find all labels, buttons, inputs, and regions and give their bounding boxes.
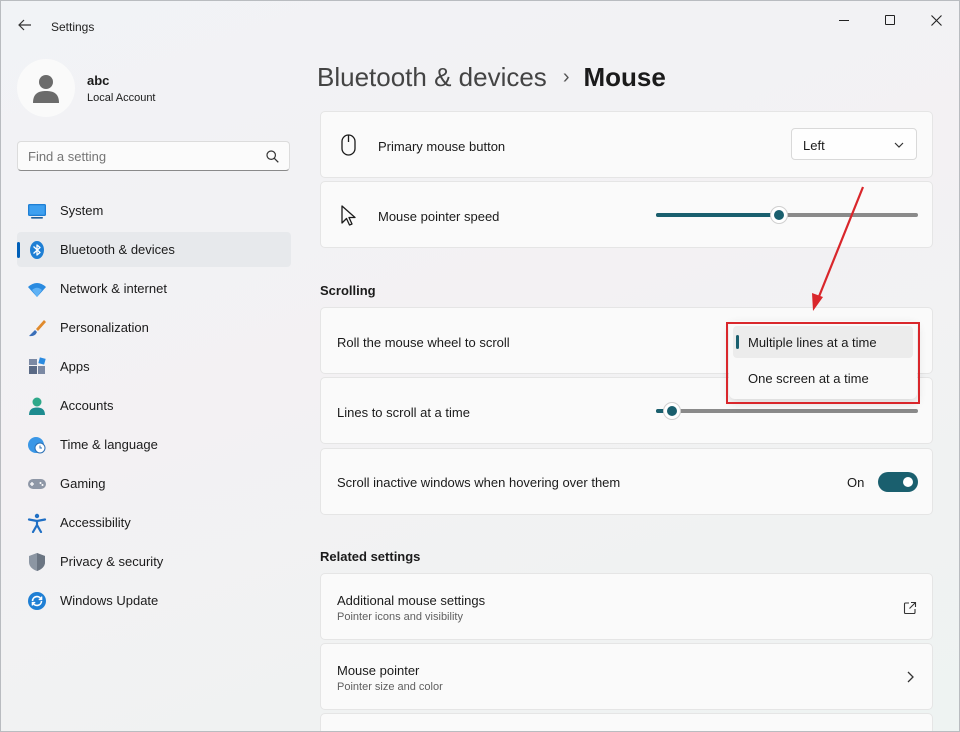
slider-thumb[interactable] [662,402,681,420]
sidebar-item-personalization[interactable]: Personalization [17,310,291,345]
sidebar-item-label: Bluetooth & devices [60,242,175,257]
lines-to-scroll-slider[interactable] [656,401,918,421]
primary-mouse-button-label: Primary mouse button [378,139,506,154]
sidebar-item-label: Accessibility [60,515,131,530]
sidebar-item-label: System [60,203,104,218]
mouse-pointer-subtitle: Pointer size and color [337,681,443,693]
primary-mouse-button-card: Primary mouse button Left [320,111,933,178]
sidebar-item-label: Network & internet [60,281,167,296]
profile-account-type: Local Account [87,91,156,104]
sidebar-item-label: Apps [60,359,90,374]
title-bar: Settings [1,1,959,49]
sidebar-item-label: Time & language [60,437,158,452]
toggle-state-label: On [847,475,865,490]
sidebar-item-label: Personalization [60,320,149,335]
search-input[interactable] [28,149,258,164]
slider-track [656,409,918,413]
sidebar-item-network-internet[interactable]: Network & internet [17,271,291,306]
sidebar-item-label: Windows Update [60,593,159,608]
user-profile[interactable]: abc Local Account [17,59,156,117]
sidebar-item-windows-update[interactable]: Windows Update [17,583,291,618]
sidebar-item-label: Accounts [60,398,114,413]
sidebar-item-time-language[interactable]: Time & language [17,427,291,462]
profile-name: abc [87,72,110,88]
scroll-inactive-toggle[interactable] [878,472,918,492]
update-icon [27,591,47,611]
accounts-icon [27,396,47,416]
scrolling-heading: Scrolling [320,283,376,298]
app-title: Settings [51,20,95,34]
pointer-icon [341,205,356,226]
sidebar-item-bluetooth-devices[interactable]: Bluetooth & devices [17,232,291,267]
primary-mouse-button-dropdown[interactable]: Left [791,128,917,160]
related-settings-heading: Related settings [320,549,421,564]
lines-to-scroll-label: Lines to scroll at a time [337,405,470,420]
slider-thumb[interactable] [770,206,789,224]
sidebar-item-label: Gaming [60,476,106,491]
breadcrumb: Bluetooth & devices › Mouse [317,59,666,95]
slider-fill [656,213,780,217]
sidebar-item-gaming[interactable]: Gaming [17,466,291,501]
sidebar-item-accessibility[interactable]: Accessibility [17,505,291,540]
toggle-knob [903,477,913,487]
search-box[interactable] [17,141,290,171]
additional-mouse-settings-title: Additional mouse settings [337,593,486,608]
settings-window: Settings abc Local Account Find a settin… [0,0,960,732]
chevron-down-icon [894,142,904,148]
bluetooth-icon [27,240,47,260]
shield-icon [27,552,47,572]
sidebar-item-privacy-security[interactable]: Privacy & security [17,544,291,579]
back-arrow-icon [18,19,31,31]
external-link-icon [903,601,917,615]
scroll-inactive-label: Scroll inactive windows when hovering ov… [337,475,621,490]
wifi-icon [27,279,47,299]
mouse-pointer-speed-label: Mouse pointer speed [378,209,500,224]
apps-icon [27,356,47,377]
accessibility-icon [27,513,47,533]
annotation-arrow [812,186,865,311]
close-icon [930,14,942,26]
close-button[interactable] [913,7,959,33]
maximize-button[interactable] [867,7,913,33]
sidebar-item-apps[interactable]: Apps [17,349,291,384]
page-title: Mouse [583,61,666,92]
user-avatar-icon [33,75,59,103]
avatar [17,59,75,117]
maximize-icon [885,15,895,25]
scroll-inactive-card: Scroll inactive windows when hovering ov… [320,448,933,515]
back-button[interactable] [13,13,37,37]
next-related-card[interactable] [320,713,933,731]
globe-clock-icon [27,435,47,455]
dropdown-value: Left [803,138,825,153]
breadcrumb-separator: › [562,65,570,88]
system-icon [27,201,47,221]
minimize-button[interactable] [821,7,867,33]
sidebar-item-accounts[interactable]: Accounts [17,388,291,423]
chevron-right-icon [907,671,914,683]
gamepad-icon [27,474,47,494]
brush-icon [27,318,47,338]
sidebar-item-label: Privacy & security [60,554,164,569]
mouse-pointer-link[interactable]: Mouse pointer Pointer size and color [320,643,933,710]
minimize-icon [839,19,849,21]
sidebar-item-system[interactable]: System [17,193,291,228]
additional-mouse-settings-subtitle: Pointer icons and visibility [337,611,463,623]
mouse-pointer-title: Mouse pointer [337,663,420,678]
search-icon[interactable] [266,150,279,163]
roll-wheel-label: Roll the mouse wheel to scroll [337,335,510,350]
additional-mouse-settings-link[interactable]: Additional mouse settings Pointer icons … [320,573,933,640]
mouse-icon [341,134,356,156]
annotation-highlight-box [726,322,920,404]
sidebar-nav: System Bluetooth & devices Network & int… [17,193,291,622]
breadcrumb-parent[interactable]: Bluetooth & devices [317,62,547,93]
